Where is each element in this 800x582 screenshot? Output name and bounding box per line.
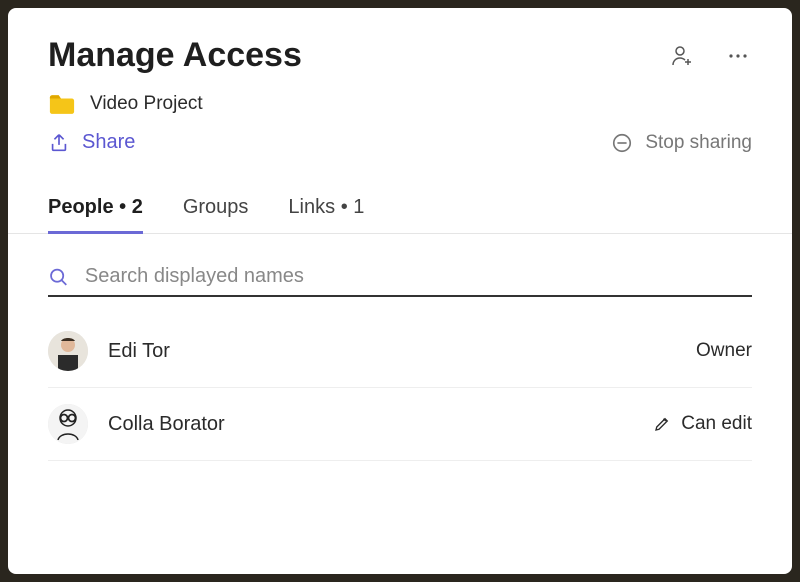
avatar (48, 404, 88, 444)
item-row: Video Project (48, 93, 752, 115)
search-field[interactable] (48, 258, 752, 297)
add-user-button[interactable] (668, 42, 696, 70)
person: Colla Borator (48, 404, 225, 444)
person-name: Edi Tor (108, 340, 170, 363)
share-button[interactable]: Share (48, 131, 135, 154)
role-label: Owner (696, 340, 752, 362)
manage-access-panel: Manage Access Video Project (8, 8, 792, 574)
tab-groups[interactable]: Groups (183, 196, 249, 233)
add-user-icon (670, 44, 694, 68)
stop-sharing-label: Stop sharing (645, 132, 752, 154)
person-name: Colla Borator (108, 413, 225, 436)
stop-sharing-button[interactable]: Stop sharing (611, 132, 752, 154)
stop-sharing-icon (611, 132, 633, 154)
person-role-button[interactable]: Can edit (653, 413, 752, 435)
role-label: Can edit (681, 413, 752, 435)
search-input[interactable] (83, 264, 752, 289)
folder-icon (48, 93, 76, 115)
tab-people-label: People (48, 196, 114, 218)
people-list: Edi Tor Owner Colla Borator (48, 315, 752, 461)
avatar (48, 331, 88, 371)
person-role: Owner (696, 340, 752, 362)
more-button[interactable] (724, 42, 752, 70)
tab-people-count: 2 (132, 196, 143, 218)
tab-links-count: 1 (353, 196, 364, 218)
title-row: Manage Access (48, 36, 752, 75)
tab-groups-label: Groups (183, 196, 249, 218)
more-icon (726, 44, 750, 68)
tab-links-label: Links (288, 196, 335, 218)
tabs: People • 2 Groups Links • 1 (8, 196, 792, 234)
list-item: Edi Tor Owner (48, 315, 752, 388)
search-icon (48, 266, 69, 288)
item-name: Video Project (90, 93, 203, 115)
list-item: Colla Borator Can edit (48, 388, 752, 461)
actions-row: Share Stop sharing (48, 131, 752, 154)
person: Edi Tor (48, 331, 170, 371)
tab-links[interactable]: Links • 1 (288, 196, 364, 233)
title-actions (668, 42, 752, 70)
page-title: Manage Access (48, 36, 302, 75)
tab-people[interactable]: People • 2 (48, 196, 143, 233)
edit-icon (653, 415, 671, 433)
share-label: Share (82, 131, 135, 154)
share-icon (48, 132, 70, 154)
